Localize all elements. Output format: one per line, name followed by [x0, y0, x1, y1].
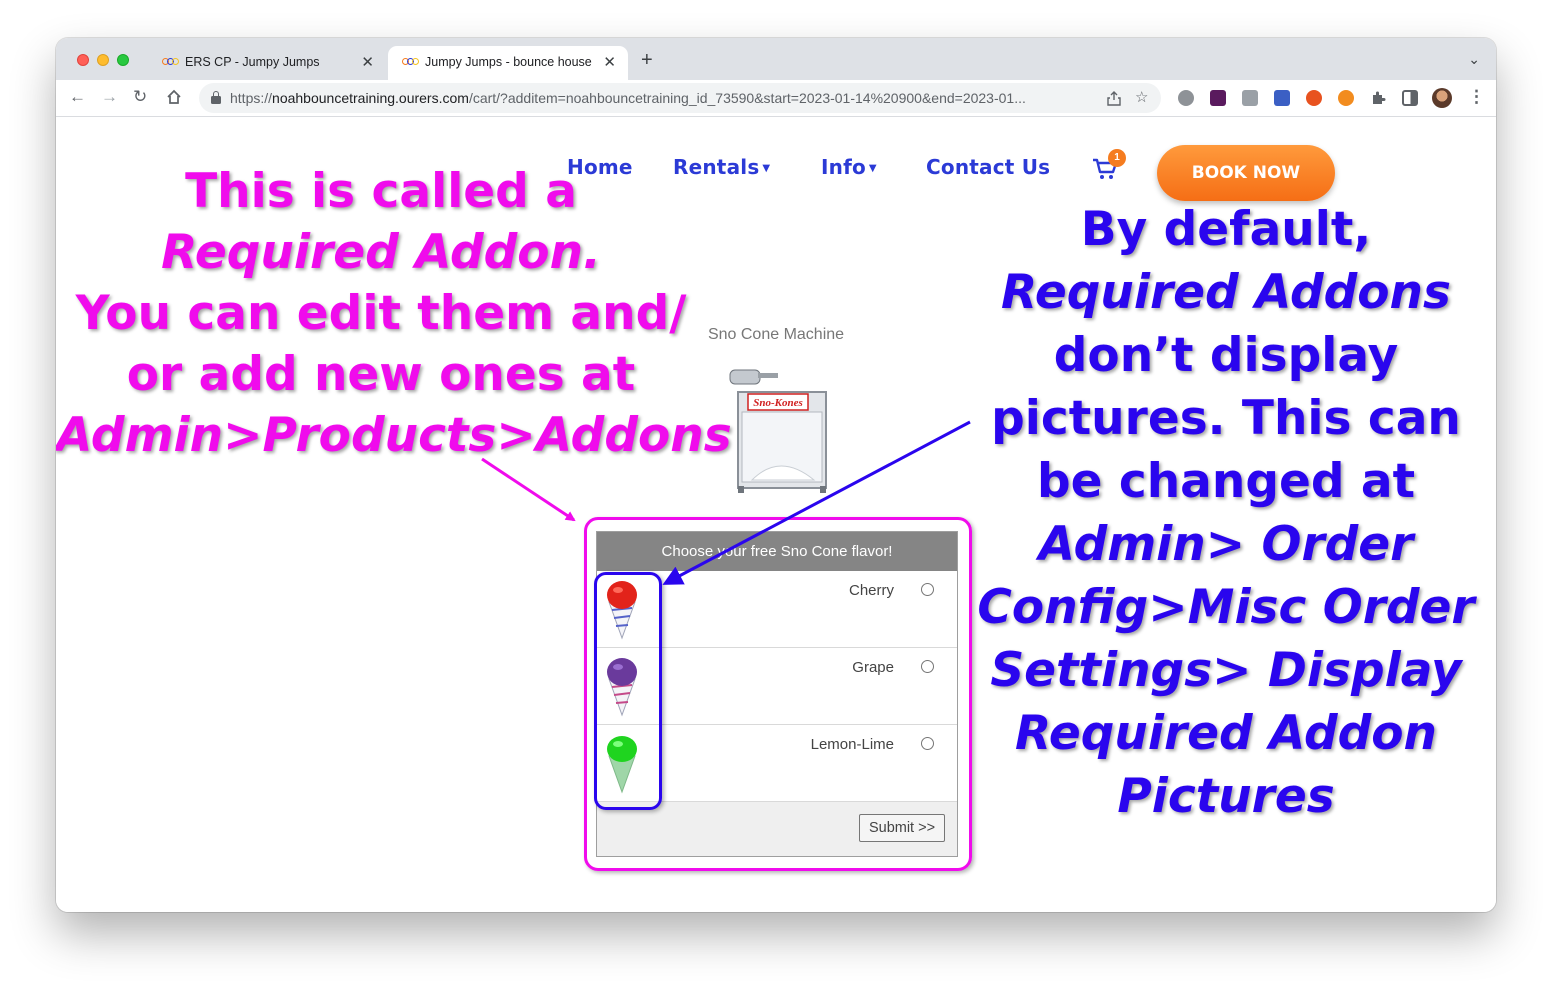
caret-down-icon: ▼ [868, 163, 877, 174]
browser-toolbar: ← → ↻ https://noahbouncetraining.ourers.… [56, 80, 1496, 117]
url-text[interactable]: https://noahbouncetraining.ourers.com/ca… [230, 90, 1100, 106]
extension-gear-icon[interactable] [1178, 90, 1194, 106]
favicon-icon [402, 57, 420, 67]
extensions-puzzle-icon[interactable] [1370, 90, 1386, 106]
nav-info-label: Info [821, 155, 866, 179]
addon-pictures-highlight-frame [594, 572, 662, 810]
product-title: Sno Cone Machine [707, 326, 845, 343]
browser-window: ERS CP - Jumpy Jumps ✕ Jumpy Jumps - bou… [56, 38, 1496, 912]
extension-reddit-icon[interactable] [1338, 90, 1354, 106]
url-path: /cart/?additem=noahbouncetraining_id_735… [468, 90, 1026, 106]
home-icon[interactable] [166, 89, 182, 105]
extension-search-icon[interactable] [1274, 90, 1290, 106]
right-annotation: By default, Required Addons don’t displa… [956, 198, 1496, 828]
tab-strip: ERS CP - Jumpy Jumps ✕ Jumpy Jumps - bou… [56, 38, 1496, 80]
bookmark-star-icon[interactable]: ☆ [1135, 88, 1148, 106]
new-tab-button[interactable]: + [641, 50, 653, 70]
tab-title: Jumpy Jumps - bounce house [425, 55, 592, 69]
left-annotation: This is called a Required Addon. You can… [56, 161, 732, 466]
tab-jumpy-jumps[interactable]: Jumpy Jumps - bounce house ✕ [388, 46, 628, 80]
kebab-menu-icon[interactable]: ⋮ [1468, 87, 1485, 107]
extension-duckduckgo-icon[interactable] [1306, 90, 1322, 106]
web-page: Home Rentals ▼ Info ▼ Contact Us 1 BOOK NO… [56, 117, 1496, 912]
extension-toggl-icon[interactable] [1210, 90, 1226, 106]
favicon-icon [162, 57, 180, 67]
left-annotation-line: Admin>Products>Addons [56, 408, 732, 463]
nav-contact-link[interactable]: Contact Us [926, 155, 1050, 179]
caret-down-icon: ▼ [762, 163, 771, 174]
close-window-button[interactable] [77, 54, 89, 66]
tab-ers-cp[interactable]: ERS CP - Jumpy Jumps ✕ [148, 46, 386, 80]
forward-arrow-icon[interactable]: → [101, 87, 118, 107]
tab-title: ERS CP - Jumpy Jumps [185, 55, 320, 69]
left-annotation-line: You can edit them and/ [75, 286, 687, 341]
back-arrow-icon[interactable]: ← [69, 87, 86, 107]
cart-count-badge: 1 [1108, 149, 1126, 167]
tab-close-icon[interactable]: ✕ [361, 53, 374, 71]
right-annotation-text: Required Addons [1001, 265, 1451, 320]
lock-icon [211, 91, 221, 104]
tab-search-chevron-icon[interactable]: ⌄ [1468, 51, 1480, 68]
left-annotation-line: Required Addon. [161, 225, 601, 280]
reload-icon[interactable]: ↻ [133, 87, 147, 107]
left-annotation-line: This is called a [185, 164, 577, 219]
url-host: noahbouncetraining.ourers.com [272, 90, 469, 106]
left-annotation-line: or add new ones at [126, 347, 636, 402]
url-prefix: https:// [230, 90, 273, 106]
minimize-window-button[interactable] [97, 54, 109, 66]
nav-contact-label: Contact Us [926, 155, 1051, 179]
right-annotation-text: don’t display pictures. This can be chan… [991, 328, 1461, 509]
sno-cone-machine-image: Sno-Kones [729, 369, 827, 493]
extension-fb-icon[interactable] [1242, 90, 1258, 106]
machine-sign-text: Sno-Kones [753, 397, 803, 409]
nav-info-link[interactable]: Info ▼ [821, 155, 877, 179]
side-panel-icon[interactable] [1402, 90, 1418, 106]
magenta-arrow [481, 457, 576, 522]
maximize-window-button[interactable] [117, 54, 129, 66]
right-annotation-text: By default, [1080, 202, 1372, 257]
book-now-button[interactable]: BOOK NOW [1157, 145, 1335, 201]
profile-avatar[interactable] [1432, 88, 1452, 108]
address-bar[interactable]: https://noahbouncetraining.ourers.com/ca… [199, 83, 1161, 113]
share-icon[interactable] [1107, 91, 1121, 106]
tab-close-icon[interactable]: ✕ [603, 53, 616, 71]
right-annotation-text: Admin> Order Config>Misc Order Settings>… [977, 517, 1475, 824]
